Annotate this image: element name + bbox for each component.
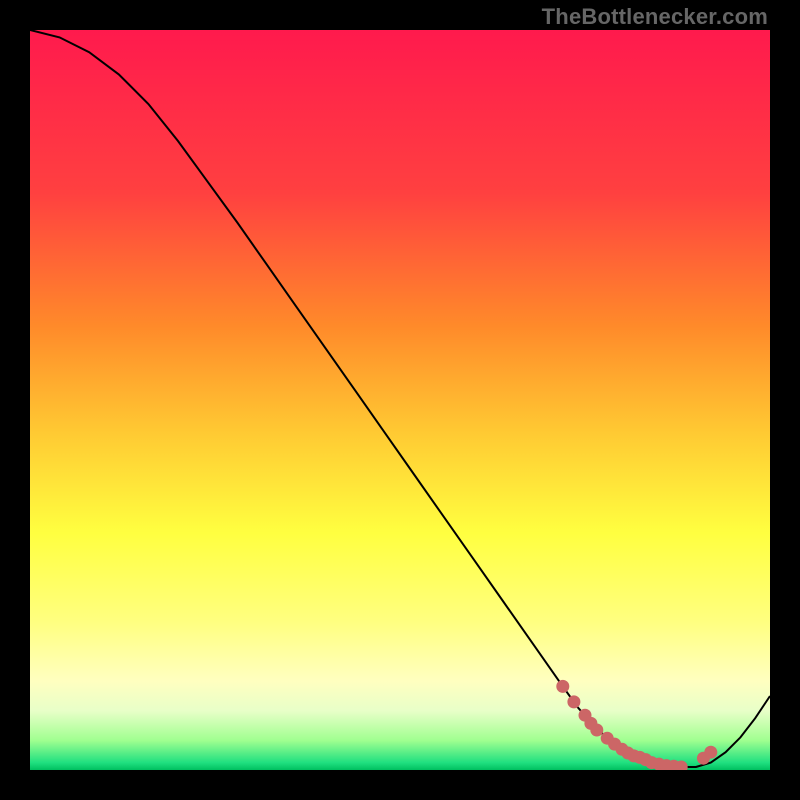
data-marker — [556, 680, 569, 693]
data-marker — [590, 724, 603, 737]
watermark-text: TheBottlenecker.com — [542, 4, 768, 30]
gradient-background — [30, 30, 770, 770]
data-marker — [567, 695, 580, 708]
bottleneck-plot — [30, 30, 770, 770]
data-marker — [704, 746, 717, 759]
chart-frame: TheBottlenecker.com — [0, 0, 800, 800]
